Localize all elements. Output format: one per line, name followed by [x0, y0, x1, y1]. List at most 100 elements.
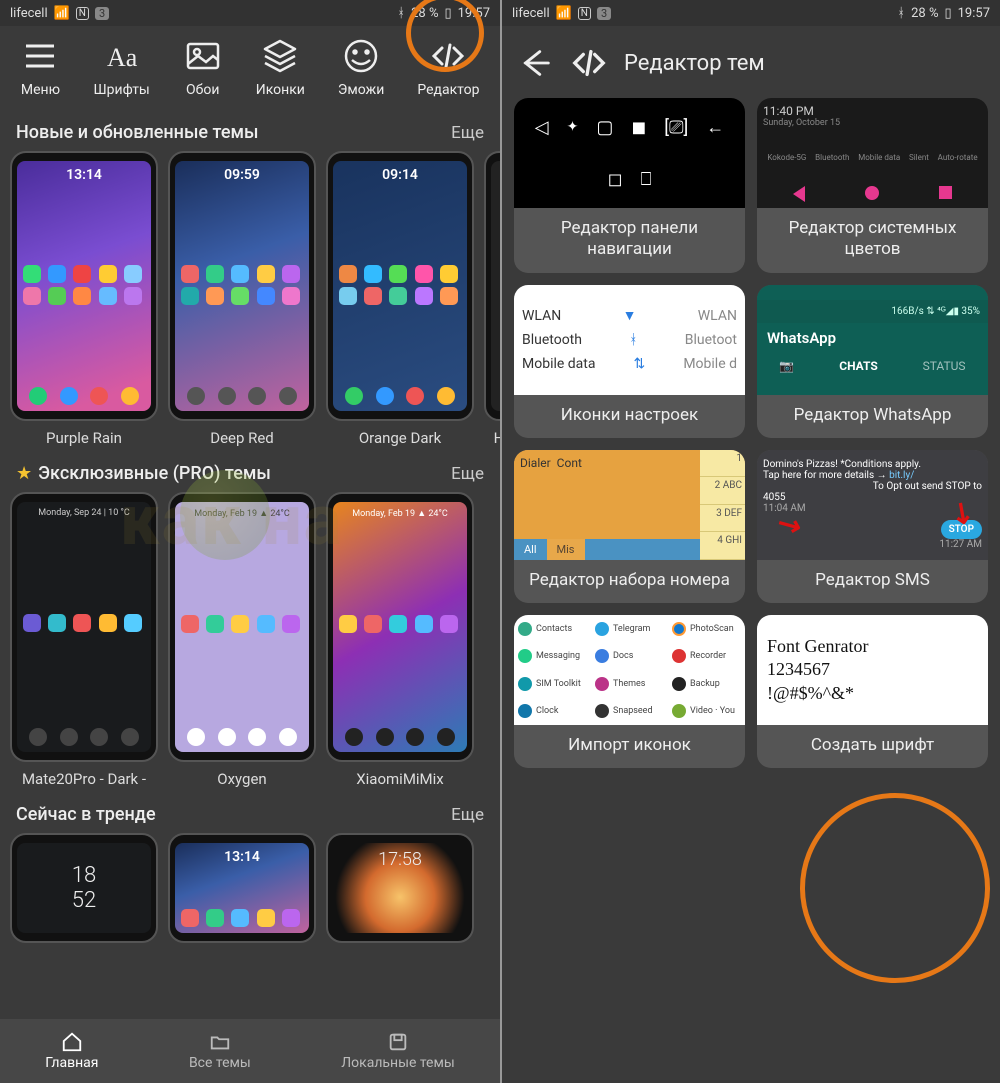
theme-editor-screen: lifecell 📶 N 3 ᚼ 28 % ▯ 19:57 Редактор т… — [500, 0, 1000, 1083]
dial-key: 3 DEF — [700, 505, 745, 533]
app-name: Recorder — [690, 651, 726, 661]
wa-status: 166B/s ⇅ ⁴ᴳ◢▮ 35% — [757, 300, 988, 323]
qs-label: Auto-rotate — [938, 153, 978, 162]
bluetooth-icon: ᚼ — [397, 6, 405, 21]
clock: 19:57 — [958, 6, 990, 21]
theme-clock: 13:14 — [181, 849, 303, 865]
signal-icon: 📶 — [556, 6, 572, 21]
nav-label: Главная — [45, 1055, 98, 1071]
theme-clock: Monday, Feb 19 ▲ 24°C — [181, 508, 303, 519]
card-whatsapp-editor[interactable]: 166B/s ⇅ ⁴ᴳ◢▮ 35% WhatsApp 📷 CHATS STATU… — [757, 285, 988, 438]
wallpapers-label: Обои — [186, 82, 219, 98]
card-label: Иконки настроек — [514, 395, 745, 438]
section-more-link[interactable]: Еще — [451, 123, 484, 143]
preview-whatsapp: 166B/s ⇅ ⁴ᴳ◢▮ 35% WhatsApp 📷 CHATS STATU… — [757, 285, 988, 395]
section-title: Новые и обновленные темы — [16, 122, 258, 143]
section-more-link[interactable]: Еще — [451, 464, 484, 484]
nav-home[interactable]: Главная — [45, 1031, 98, 1071]
theme-card[interactable]: 13:14 Purple Rain — [10, 151, 158, 447]
notification-count-badge: 3 — [597, 7, 611, 20]
section-header-pro: ★ Эксклюзивные (PRO) темы Еще — [0, 453, 500, 492]
font-sample: Font Genrator — [767, 635, 868, 658]
app-name: Clock — [536, 706, 558, 716]
battery-icon: ▯ — [944, 6, 951, 21]
app-name: Contacts — [536, 624, 572, 634]
theme-clock: 17:58 — [339, 849, 461, 870]
theme-card[interactable]: 18 52 — [10, 833, 158, 947]
preview-dialer: DialerCont AllMis 1 2 ABC 3 DEF 4 GHI — [514, 450, 745, 560]
pro-themes-row[interactable]: Monday, Sep 24 | 10 °C Mate20Pro - Dark … — [0, 492, 500, 794]
camera-icon: 📷 — [779, 359, 794, 373]
qs-label: Mobile data — [858, 153, 900, 162]
icons-button[interactable]: Иконки — [256, 36, 305, 98]
theme-clock: 09:59 — [181, 167, 303, 183]
editor-title: Редактор тем — [624, 51, 765, 76]
theme-name: Mate20Pro - Dark - — [10, 762, 158, 788]
editor-header: Редактор тем — [502, 26, 1000, 98]
trending-themes-row[interactable]: 18 52 13:14 17:58 — [0, 833, 500, 953]
card-import-icons[interactable]: Contacts Telegram PhotoScan Messaging Do… — [514, 615, 745, 768]
card-dialer-editor[interactable]: DialerCont AllMis 1 2 ABC 3 DEF 4 GHI Ре… — [514, 450, 745, 603]
wallpapers-button[interactable]: Обои — [183, 36, 223, 98]
icons-label: Иконки — [256, 82, 305, 98]
card-nav-editor[interactable]: ◁✦▢◼ [⎚]←◻⎕ Редактор панели навигации — [514, 98, 745, 273]
sms-text: Tap here for more details → — [763, 470, 887, 481]
settings-row-right: Bluetoot — [685, 332, 737, 348]
theme-clock: 09:14 — [339, 167, 461, 183]
nav-all-themes[interactable]: Все темы — [189, 1031, 251, 1071]
dialer-subtab: All — [514, 539, 547, 560]
folder-icon — [209, 1031, 231, 1053]
new-themes-row[interactable]: 13:14 Purple Rain 09:59 Deep Red 09:14 O… — [0, 151, 500, 453]
fonts-button[interactable]: Aa Шрифты — [93, 36, 149, 98]
app-name: Docs — [613, 651, 633, 661]
theme-clock: Monday, Feb 19 ▲ 24°C — [339, 508, 461, 519]
card-settings-icons[interactable]: WLAN▼WLAN BluetoothᚼBluetoot Mobile data… — [514, 285, 745, 438]
section-header-new: Новые и обновленные темы Еще — [0, 112, 500, 151]
theme-name: Oxygen — [168, 762, 316, 788]
preview-import: Contacts Telegram PhotoScan Messaging Do… — [514, 615, 745, 725]
card-label: Создать шрифт — [757, 725, 988, 768]
signal-icon: 📶 — [54, 6, 70, 21]
theme-name: Orange Dark — [326, 421, 474, 447]
app-name: Telegram — [613, 624, 650, 634]
card-label: Редактор панели навигации — [514, 208, 745, 273]
carrier-label: lifecell — [10, 6, 48, 21]
dialer-tab: Cont — [557, 456, 582, 470]
theme-card[interactable]: Monday, Sep 24 | 10 °C Mate20Pro - Dark … — [10, 492, 158, 788]
settings-row: WLAN — [522, 308, 561, 324]
preview-sms: Domino's Pizzas! *Conditions apply. Tap … — [757, 450, 988, 560]
card-sms-editor[interactable]: Domino's Pizzas! *Conditions apply. Tap … — [757, 450, 988, 603]
preview-nav: ◁✦▢◼ [⎚]←◻⎕ — [514, 98, 745, 208]
section-more-link[interactable]: Еще — [451, 805, 484, 825]
back-icon[interactable] — [516, 44, 554, 82]
card-system-colors[interactable]: 11:40 PM Sunday, October 15 Kokode-5G Bl… — [757, 98, 988, 273]
nav-local-themes[interactable]: Локальные темы — [341, 1031, 454, 1071]
dialer-tab: Dialer — [520, 456, 551, 470]
bottom-nav: Главная Все темы Локальные темы — [0, 1019, 500, 1083]
theme-card[interactable]: 09:59 Deep Red — [168, 151, 316, 447]
theme-card[interactable]: Monday, Feb 19 ▲ 24°C Oxygen — [168, 492, 316, 788]
theme-name: XiaomiMiMix — [326, 762, 474, 788]
theme-card[interactable]: 13:14 — [168, 833, 316, 947]
theme-name: Deep Red — [168, 421, 316, 447]
theme-card[interactable]: 09:14 Orange Dark — [326, 151, 474, 447]
preview-font: Font Genrator 1234567 !@#$%^&* — [757, 615, 988, 725]
menu-button[interactable]: Меню — [20, 36, 60, 98]
bluetooth-icon: ᚼ — [897, 6, 905, 21]
card-create-font[interactable]: Font Genrator 1234567 !@#$%^&* Создать ш… — [757, 615, 988, 768]
top-toolbar: Меню Aa Шрифты Обои Иконки Эможи Редакто… — [0, 26, 500, 112]
theme-card[interactable]: H — [484, 151, 500, 447]
emoji-button[interactable]: Эможи — [338, 36, 384, 98]
theme-card[interactable]: 17:58 — [326, 833, 474, 947]
settings-row-right: WLAN — [698, 308, 737, 324]
settings-row: Mobile data — [522, 356, 595, 372]
section-header-trend: Сейчас в тренде Еще — [0, 794, 500, 833]
theme-name: Purple Rain — [10, 421, 158, 447]
theme-card[interactable]: Monday, Feb 19 ▲ 24°C XiaomiMiMix — [326, 492, 474, 788]
sms-text: To Opt out send STOP to — [763, 481, 982, 492]
qs-label: Bluetooth — [815, 153, 849, 162]
wa-tab: STATUS — [923, 359, 966, 373]
nfc-icon: N — [578, 7, 591, 20]
theme-clock: 18 52 — [72, 863, 96, 913]
wa-title: WhatsApp — [757, 323, 988, 353]
